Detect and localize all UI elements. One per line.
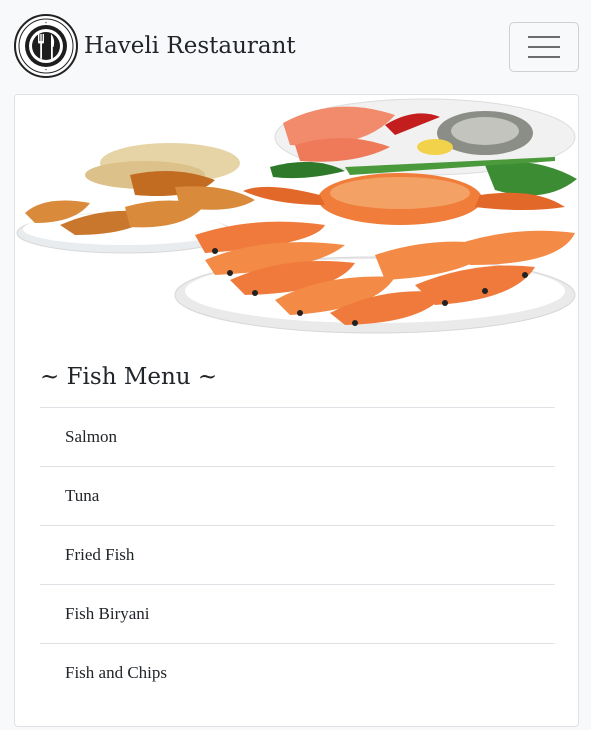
seafood-platter-image <box>15 95 578 337</box>
menu-item-fish-and-chips[interactable]: Fish and Chips <box>40 643 555 702</box>
menu-item-tuna[interactable]: Tuna <box>40 466 555 525</box>
restaurant-logo-icon <box>14 14 78 78</box>
fish-menu-card: ~ Fish Menu ~ Salmon Tuna Fried Fish Fis… <box>14 94 579 727</box>
hamburger-menu-icon <box>528 36 560 58</box>
fish-menu-list: Salmon Tuna Fried Fish Fish Biryani Fish… <box>40 407 555 702</box>
menu-item-salmon[interactable]: Salmon <box>40 407 555 466</box>
navbar: Haveli Restaurant <box>0 0 591 92</box>
brand-link[interactable]: Haveli Restaurant <box>14 14 296 78</box>
menu-item-fried-fish[interactable]: Fried Fish <box>40 525 555 584</box>
brand-name: Haveli Restaurant <box>84 32 296 59</box>
fish-menu-title: ~ Fish Menu ~ <box>40 364 218 390</box>
navbar-toggler-button[interactable] <box>509 22 579 72</box>
menu-item-fish-biryani[interactable]: Fish Biryani <box>40 584 555 643</box>
